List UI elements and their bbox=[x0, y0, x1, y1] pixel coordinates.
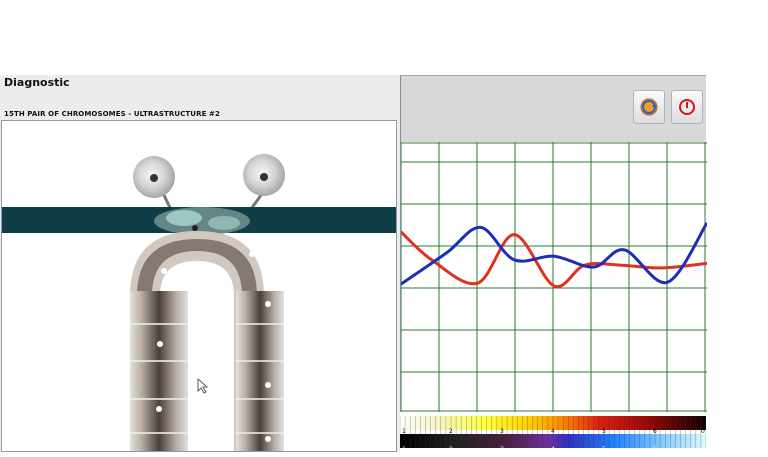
scale-label-bottom: 6 bbox=[653, 446, 657, 452]
scale-label-bottom: 2 bbox=[449, 446, 453, 452]
scale-label-top: 6 bbox=[653, 428, 657, 435]
scale-label-top: 4 bbox=[551, 428, 555, 435]
red-series-line bbox=[399, 230, 708, 289]
wave-graph-svg bbox=[399, 142, 709, 412]
scale-label-bottom: 5 bbox=[602, 446, 606, 452]
scale-label-bottom: 1 bbox=[402, 446, 406, 452]
refresh-button[interactable] bbox=[633, 90, 665, 124]
color-scale-svg: 1 2 3 4 5 6 0 1 2 3 4 5 6 0 bbox=[399, 416, 707, 453]
scale-label-top: 3 bbox=[500, 428, 504, 435]
graph-grid bbox=[400, 142, 707, 412]
scale-label-top: 1 bbox=[402, 428, 406, 435]
scale-label-bottom: 4 bbox=[551, 446, 555, 452]
scale-label-bottom: 0 bbox=[701, 446, 705, 452]
wave-graph bbox=[399, 142, 709, 412]
power-button[interactable] bbox=[671, 90, 703, 124]
scale-label-top: 5 bbox=[602, 428, 606, 435]
refresh-globe-icon bbox=[640, 98, 658, 116]
scale-label-top: 0 bbox=[701, 428, 705, 435]
scale-label-bottom: 3 bbox=[500, 446, 504, 452]
color-scale: 1 2 3 4 5 6 0 1 2 3 4 5 6 0 bbox=[399, 412, 707, 453]
chromosome-image-viewer[interactable] bbox=[1, 120, 397, 452]
scale-label-top: 2 bbox=[449, 428, 453, 435]
power-icon bbox=[679, 99, 695, 115]
panel-title: Diagnostic bbox=[4, 76, 70, 89]
chromosome-image bbox=[2, 154, 396, 451]
mouse-cursor-icon bbox=[197, 378, 209, 394]
blue-series-line bbox=[400, 222, 709, 286]
section-title: 15TH PAIR OF CHROMOSOMES - ULTRASTRUCTUR… bbox=[4, 110, 220, 118]
